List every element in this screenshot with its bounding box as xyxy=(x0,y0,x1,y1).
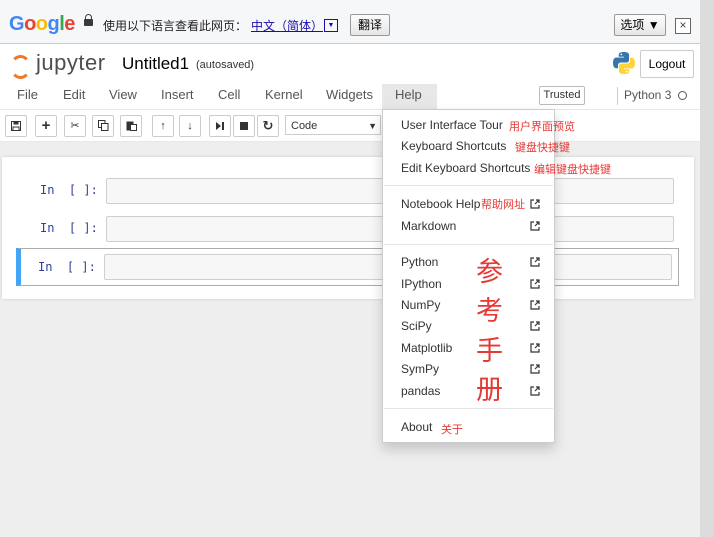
cut-icon: ✂ xyxy=(70,120,80,132)
cell-prompt: In [ ]: xyxy=(38,260,96,274)
annotation-notebook-help: 帮助网址 xyxy=(481,199,525,211)
arrow-down-icon: ↓ xyxy=(187,120,193,132)
external-link-icon xyxy=(530,343,540,353)
source-language-link[interactable]: 中文（简体） xyxy=(251,17,323,34)
menu-kernel[interactable]: Kernel xyxy=(265,87,303,102)
cell-prompt: In [ ]: xyxy=(40,183,98,197)
code-cell[interactable]: In [ ]: xyxy=(18,174,681,208)
kernel-idle-icon xyxy=(678,91,687,100)
cell-prompt: In [ ]: xyxy=(40,221,98,235)
external-link-icon xyxy=(530,321,540,331)
menu-file[interactable]: File xyxy=(17,87,38,102)
external-link-icon xyxy=(530,300,540,310)
cut-button[interactable]: ✂ xyxy=(64,115,86,137)
cell-type-select[interactable]: Code ▼ xyxy=(285,115,381,135)
menu-item-keyboard-shortcuts[interactable]: Keyboard Shortcuts xyxy=(401,139,506,153)
external-link-icon xyxy=(530,279,540,289)
menu-item-markdown[interactable]: Markdown xyxy=(401,219,456,233)
save-icon xyxy=(11,121,21,131)
menu-view[interactable]: View xyxy=(109,87,137,102)
notebook-name[interactable]: Untitled1 xyxy=(122,54,189,74)
menu-item-about[interactable]: About xyxy=(401,420,432,434)
move-down-button[interactable]: ↓ xyxy=(179,115,201,137)
notebook-header: jupyter Untitled1 (autosaved) Logout xyxy=(0,44,700,84)
help-dropdown-menu: User Interface Tour 用户界面预览 Keyboard Shor… xyxy=(382,109,611,443)
external-link-icon xyxy=(530,364,540,374)
close-translate-bar-button[interactable]: × xyxy=(675,18,691,34)
menubar: File Edit View Insert Cell Kernel Widget… xyxy=(0,84,700,110)
menu-widgets[interactable]: Widgets xyxy=(326,87,373,102)
insert-cell-button[interactable]: + xyxy=(35,115,57,137)
menu-insert[interactable]: Insert xyxy=(161,87,194,102)
annotation-reference-char-3: 手 xyxy=(476,336,503,367)
menu-item-python[interactable]: Python xyxy=(401,255,438,269)
annotation-edit-keyboard-shortcuts: 编辑键盘快捷键 xyxy=(534,164,611,176)
vertical-scrollbar[interactable] xyxy=(700,0,714,537)
copy-button[interactable] xyxy=(92,115,114,137)
logout-button[interactable]: Logout xyxy=(640,50,694,78)
menu-help[interactable]: Help xyxy=(382,84,437,109)
paste-button[interactable] xyxy=(120,115,142,137)
cell-type-value: Code xyxy=(291,120,318,132)
translate-button[interactable]: 翻译 xyxy=(350,14,390,36)
menu-item-edit-keyboard-shortcuts[interactable]: Edit Keyboard Shortcuts xyxy=(401,161,530,175)
menu-item-user-interface-tour[interactable]: User Interface Tour xyxy=(401,118,503,132)
annotation-reference-char-2: 考 xyxy=(476,296,503,327)
translate-bar: Google 使用以下语言查看此网页： 中文（简体） ▼ 翻译 选项 ▼ × xyxy=(0,0,700,44)
lock-icon xyxy=(84,14,93,26)
translate-prompt: 使用以下语言查看此网页： xyxy=(103,19,248,33)
restart-icon: ↻ xyxy=(262,118,274,133)
arrow-up-icon: ↑ xyxy=(160,120,166,132)
menu-item-notebook-help[interactable]: Notebook Help xyxy=(401,197,480,211)
annotation-about: 关于 xyxy=(441,424,463,436)
menu-divider xyxy=(384,408,553,409)
menu-item-pandas[interactable]: pandas xyxy=(401,384,440,398)
google-logo: Google xyxy=(9,13,75,35)
menu-cell[interactable]: Cell xyxy=(218,87,240,102)
copy-icon xyxy=(97,120,108,131)
menu-divider xyxy=(384,185,553,186)
jupyter-logo-text: jupyter xyxy=(36,50,106,75)
autosave-status: (autosaved) xyxy=(196,59,255,71)
options-button[interactable]: 选项 ▼ xyxy=(614,14,666,36)
python-logo-icon xyxy=(613,52,635,74)
code-cell[interactable]: In [ ]: xyxy=(18,212,681,246)
jupyter-logo-icon xyxy=(10,55,31,79)
stop-icon xyxy=(240,122,248,130)
kernel-name: Python 3 xyxy=(624,88,672,102)
external-link-icon xyxy=(530,221,540,231)
annotation-user-interface-tour: 用户界面预览 xyxy=(509,121,575,133)
toolbar: + ✂ ↑ ↓ ↻ Code ▼ xyxy=(0,110,700,142)
annotation-reference-char-1: 参 xyxy=(476,257,503,288)
restart-button[interactable]: ↻ xyxy=(257,115,279,137)
interrupt-button[interactable] xyxy=(233,115,255,137)
paste-icon xyxy=(126,121,137,131)
menu-item-numpy[interactable]: NumPy xyxy=(401,298,440,312)
kernel-separator xyxy=(617,87,618,105)
save-button[interactable] xyxy=(5,115,27,137)
code-cell-selected[interactable]: In [ ]: xyxy=(16,248,679,286)
external-link-icon xyxy=(530,386,540,396)
menu-item-ipython[interactable]: IPython xyxy=(401,277,442,291)
menu-item-matplotlib[interactable]: Matplotlib xyxy=(401,341,452,355)
annotation-keyboard-shortcuts: 键盘快捷键 xyxy=(515,142,570,154)
trusted-indicator[interactable]: Trusted xyxy=(539,86,585,105)
menu-edit[interactable]: Edit xyxy=(63,87,85,102)
menu-item-scipy[interactable]: SciPy xyxy=(401,319,432,333)
menu-item-sympy[interactable]: SymPy xyxy=(401,362,439,376)
move-up-button[interactable]: ↑ xyxy=(152,115,174,137)
menu-help-label: Help xyxy=(395,87,422,102)
run-button[interactable] xyxy=(209,115,231,137)
step-forward-icon xyxy=(216,122,224,130)
external-link-icon xyxy=(530,199,540,209)
notebook-container: In [ ]: In [ ]: In [ ]: xyxy=(2,157,694,299)
annotation-reference-char-4: 册 xyxy=(476,375,503,406)
language-dropdown-arrow[interactable]: ▼ xyxy=(324,19,338,32)
plus-icon: + xyxy=(41,117,51,134)
menu-divider xyxy=(384,244,553,245)
external-link-icon xyxy=(530,257,540,267)
chevron-down-icon: ▼ xyxy=(368,121,377,131)
